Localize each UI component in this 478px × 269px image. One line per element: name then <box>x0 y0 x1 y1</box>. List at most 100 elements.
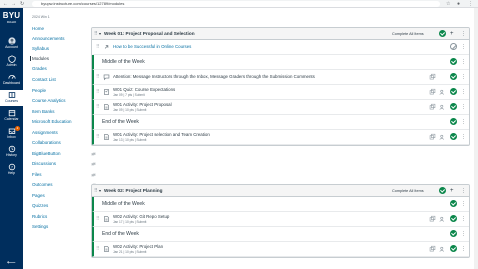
course-nav-course-analytics[interactable]: Course Analytics <box>32 98 66 103</box>
collapse-caret-icon[interactable]: ▾ <box>99 30 101 38</box>
course-nav-collaborations[interactable]: Collaborations <box>32 140 61 145</box>
collapse-caret-icon[interactable]: ▾ <box>99 187 101 195</box>
duplicate-icon[interactable] <box>429 215 436 223</box>
duplicate-icon[interactable] <box>429 133 436 141</box>
published-check-icon[interactable] <box>450 200 457 207</box>
item-options-icon[interactable]: ⋮ <box>461 88 466 96</box>
item-options-icon[interactable]: ⋮ <box>461 215 466 223</box>
course-nav-contact-list[interactable]: Contact List <box>32 77 56 82</box>
published-check-icon[interactable] <box>439 30 446 37</box>
course-nav-bigbluebutton[interactable]: BigBlueButton <box>32 151 61 156</box>
assign-to-icon[interactable] <box>439 88 446 96</box>
published-check-icon[interactable] <box>450 103 457 110</box>
course-nav-grades[interactable]: Grades <box>32 66 47 71</box>
module-header[interactable]: ⠿ ▾ Week 02: Project Planning Complete A… <box>92 185 469 197</box>
duplicate-icon[interactable] <box>429 245 436 253</box>
drag-handle-icon[interactable]: ⠿ <box>96 245 100 253</box>
published-check-icon[interactable] <box>450 245 457 252</box>
duplicate-icon[interactable] <box>429 73 436 81</box>
assign-to-icon[interactable] <box>439 103 446 111</box>
course-nav-item-banks[interactable]: Item Banks <box>32 109 55 114</box>
course-nav-announcements[interactable]: Announcements <box>32 36 65 41</box>
module-header[interactable]: ⠿ ▾ Week 01: Project Proposal and Select… <box>92 28 469 40</box>
duplicate-icon[interactable] <box>429 88 436 96</box>
back-icon[interactable]: ← <box>3 0 8 8</box>
module-item[interactable]: ⠿ W01 Activity: Project Proposal Jan 09 … <box>92 100 469 115</box>
module-item[interactable]: ⠿ Attention: Message Instructors through… <box>92 70 469 85</box>
item-options-icon[interactable]: ⋮ <box>461 43 466 51</box>
byu-idaho-logo[interactable]: BYU IDAHO <box>2 12 21 25</box>
course-nav-assignments[interactable]: Assignments <box>32 130 58 135</box>
drag-handle-icon[interactable]: ⠿ <box>96 43 100 51</box>
assign-to-icon[interactable] <box>439 245 446 253</box>
item-options-icon[interactable]: ⋮ <box>461 200 466 208</box>
module-item[interactable]: ⠿ How to be Successful in Online Courses… <box>92 40 469 55</box>
course-nav-home[interactable]: Home <box>32 26 44 31</box>
unpublished-icon[interactable] <box>450 43 457 50</box>
published-check-icon[interactable] <box>450 215 457 222</box>
module-item[interactable]: ⠿ W02 Activity: Project Plan Jan 21 | 10… <box>92 242 469 257</box>
drag-handle-icon[interactable]: ⠿ <box>96 215 100 223</box>
item-options-icon[interactable]: ⋮ <box>461 245 466 253</box>
assign-to-icon[interactable] <box>439 133 446 141</box>
drag-handle-icon[interactable]: ⠿ <box>94 187 98 195</box>
reload-icon[interactable]: ↻ <box>20 0 24 8</box>
published-check-icon[interactable] <box>450 58 457 65</box>
global-nav-admin[interactable]: Admin <box>0 54 23 70</box>
item-title[interactable]: How to be Successful in Online Courses <box>113 44 191 50</box>
module-options-icon[interactable]: ⋮ <box>461 187 466 195</box>
published-check-icon[interactable] <box>439 187 446 194</box>
item-title[interactable]: Attention: Message Instructors through t… <box>113 74 315 80</box>
published-check-icon[interactable] <box>450 88 457 95</box>
drag-handle-icon[interactable]: ⠿ <box>94 30 98 38</box>
add-item-icon[interactable]: + <box>450 187 454 195</box>
course-nav-people[interactable]: People <box>32 88 46 93</box>
published-check-icon[interactable] <box>450 118 457 125</box>
published-check-icon[interactable] <box>450 230 457 237</box>
item-details: Jan 09 | 7 pts | Submit <box>113 93 145 97</box>
item-options-icon[interactable]: ⋮ <box>461 73 466 81</box>
module-options-icon[interactable]: ⋮ <box>461 30 466 38</box>
global-nav-history[interactable]: History <box>0 144 23 160</box>
item-options-icon[interactable]: ⋮ <box>461 58 466 66</box>
module-item[interactable]: ⠿ W01 Activity: Project selection and Te… <box>92 130 469 145</box>
course-nav-files[interactable]: Files <box>32 172 42 177</box>
profile-icon[interactable]: ● <box>457 0 460 8</box>
module-item[interactable]: ⠿ W01 Quiz: Course Expectations Jan 09 |… <box>92 85 469 100</box>
module-item[interactable]: ⠿ W02 Activity: Git Repo Setup Jan 17 | … <box>92 212 469 227</box>
collapse-nav-icon[interactable]: ⟵ <box>7 259 16 266</box>
published-check-icon[interactable] <box>450 133 457 140</box>
item-options-icon[interactable]: ⋮ <box>461 133 466 141</box>
global-nav-account[interactable]: Account <box>0 36 23 52</box>
global-nav-courses[interactable]: Courses <box>0 90 23 106</box>
extensions-icon[interactable]: ☆ <box>446 0 450 8</box>
add-item-icon[interactable]: + <box>450 30 454 38</box>
forward-icon[interactable]: → <box>11 0 16 8</box>
global-nav-help[interactable]: ? Help <box>0 162 23 178</box>
global-nav-calendar[interactable]: Calendar <box>0 108 23 124</box>
global-nav-dashboard[interactable]: Dashboard <box>0 72 23 88</box>
published-check-icon[interactable] <box>450 73 457 80</box>
course-nav-settings[interactable]: Settings <box>32 224 48 229</box>
course-nav-pages[interactable]: Pages <box>32 193 45 198</box>
drag-handle-icon[interactable]: ⠿ <box>96 133 100 141</box>
page-scrollbar[interactable] <box>474 8 478 269</box>
global-nav-inbox[interactable]: 2 Inbox <box>0 126 23 142</box>
address-bar[interactable]: byupw.instructure.com/courses/12789/modu… <box>32 1 440 7</box>
course-nav-modules[interactable]: Modules <box>30 56 49 61</box>
course-nav-microsoft-education[interactable]: Microsoft Education <box>32 119 72 124</box>
drag-handle-icon[interactable]: ⠿ <box>96 103 100 111</box>
course-nav-outcomes[interactable]: Outcomes <box>32 182 53 187</box>
course-nav-syllabus[interactable]: Syllabus <box>32 46 49 51</box>
duplicate-icon[interactable] <box>429 103 436 111</box>
browser-menu-icon[interactable]: ⋮ <box>468 0 473 8</box>
item-options-icon[interactable]: ⋮ <box>461 230 466 238</box>
drag-handle-icon[interactable]: ⠿ <box>96 88 100 96</box>
item-options-icon[interactable]: ⋮ <box>461 118 466 126</box>
course-nav-discussions[interactable]: Discussions <box>32 161 56 166</box>
assign-to-icon[interactable] <box>439 215 446 223</box>
course-nav-rubrics[interactable]: Rubrics <box>32 214 47 219</box>
drag-handle-icon[interactable]: ⠿ <box>96 73 100 81</box>
item-options-icon[interactable]: ⋮ <box>461 103 466 111</box>
course-nav-quizzes[interactable]: Quizzes <box>32 203 48 208</box>
